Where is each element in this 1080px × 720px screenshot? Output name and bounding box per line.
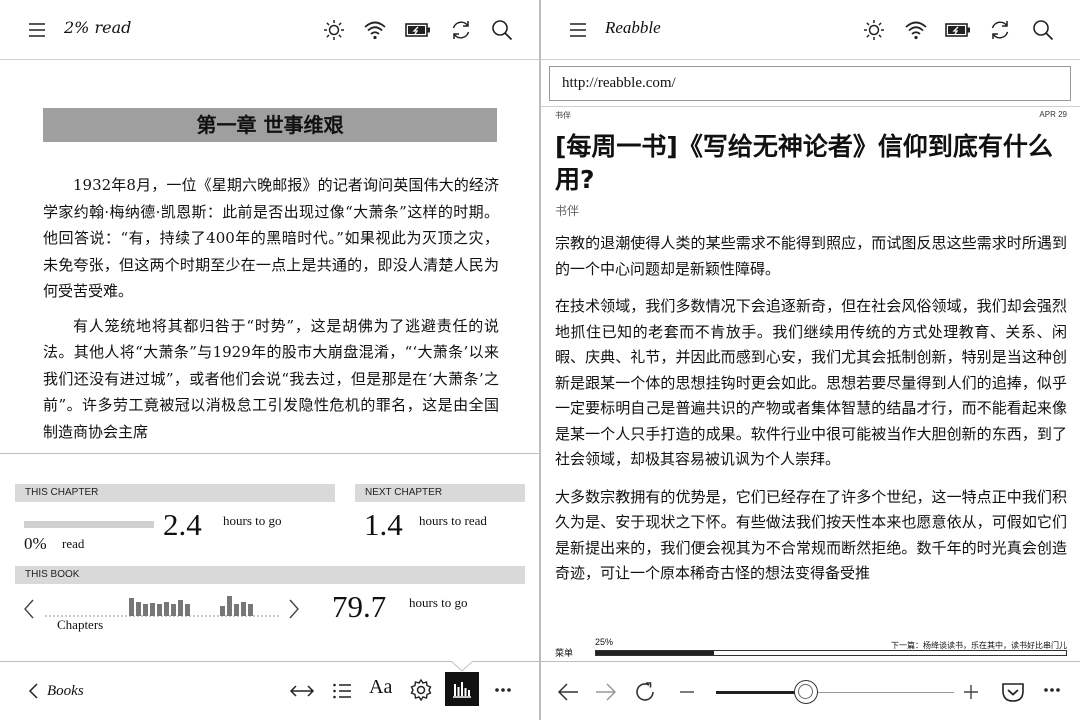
browser-pane: Reabble http://reabble.com/ 书伴 APR 29 [每…	[541, 0, 1080, 720]
chapter-bar[interactable]	[157, 604, 162, 616]
active-tab-pointer	[451, 661, 473, 672]
search-icon[interactable]	[1031, 18, 1055, 42]
bar-chart-icon	[453, 682, 471, 698]
next-chapter-arrow-icon[interactable]	[287, 598, 301, 620]
zoom-in-icon[interactable]	[961, 682, 981, 702]
chapter-bar[interactable]	[143, 604, 148, 616]
article-paragraph: 大多数宗教拥有的优势是，它们已经存在了许多个世纪，这一特点正中我们积久为是、安于…	[555, 487, 1067, 583]
chapter-heading: 第一章 世事维艰	[43, 108, 497, 142]
article-meta: 书伴 APR 29	[555, 110, 1067, 122]
chapter-hours-value: 2.4	[163, 507, 202, 542]
url-input[interactable]: http://reabble.com/	[549, 66, 1071, 101]
browser-title: Reabble	[605, 18, 661, 37]
chapter-bar[interactable]	[164, 602, 169, 616]
book-hours-label: hours to go	[409, 595, 468, 610]
menu-icon[interactable]	[568, 21, 588, 39]
chapter-bar[interactable]	[220, 606, 225, 616]
table-of-contents-icon[interactable]	[332, 680, 352, 702]
chapter-read-label: read	[62, 536, 85, 551]
reading-progress-title: 2% read	[64, 18, 132, 37]
zoom-out-icon[interactable]	[677, 682, 697, 702]
battery-charging-icon	[405, 18, 430, 42]
chapter-bar[interactable]	[178, 600, 183, 616]
article-source[interactable]: 书伴	[555, 202, 1067, 219]
browser-toolbar	[541, 661, 1080, 720]
chapter-bar[interactable]	[248, 604, 253, 616]
browser-header: Reabble	[541, 0, 1080, 60]
search-icon[interactable]	[490, 18, 514, 42]
reading-stats-panel: THIS CHAPTER NEXT CHAPTER 0% read 2.4 ho…	[0, 453, 539, 661]
battery-charging-icon	[945, 18, 970, 42]
wifi-icon[interactable]	[363, 18, 387, 42]
this-book-label: THIS BOOK	[15, 566, 525, 584]
book-text[interactable]: 1932年8月，一位《星期六晚邮报》的记者询问英国伟大的经济学家约翰·梅纳德·凯…	[43, 172, 499, 452]
article-view[interactable]: 书伴 APR 29 [每周一书]《写给无神论者》信仰到底有什么用? 书伴 宗教的…	[555, 110, 1067, 640]
next-chapter-label: NEXT CHAPTER	[355, 484, 525, 502]
this-chapter-label: THIS CHAPTER	[15, 484, 335, 502]
more-options-icon[interactable]	[494, 680, 512, 700]
article-date: APR 29	[1039, 110, 1067, 119]
brightness-icon[interactable]	[322, 18, 346, 42]
brightness-icon[interactable]	[862, 18, 886, 42]
chapter-read-percent: 0%	[24, 534, 47, 553]
article-title: [每周一书]《写给无神论者》信仰到底有什么用?	[555, 132, 1053, 194]
menu-icon[interactable]	[27, 21, 47, 39]
sync-icon[interactable]	[988, 18, 1012, 42]
next-chapter-hours-value: 1.4	[364, 507, 403, 542]
chapter-progress-bar	[24, 521, 154, 528]
back-to-books-button[interactable]: Books	[27, 682, 84, 700]
chapter-bar[interactable]	[185, 604, 190, 616]
chapter-bar[interactable]	[150, 603, 155, 616]
back-label: Books	[47, 682, 84, 699]
wifi-icon[interactable]	[904, 18, 928, 42]
back-arrow-icon[interactable]	[556, 681, 580, 703]
reader-toolbar: Books Aa	[0, 661, 539, 720]
page-width-icon[interactable]	[289, 679, 315, 703]
book-paragraph: 有人笼统地将其都归咎于“时势”，这是胡佛为了逃避责任的说法。其他人将“大萧条”与…	[43, 316, 499, 441]
toolbar-separator	[541, 106, 1080, 107]
article-paragraph: 在技术领域，我们多数情况下会追逐新奇，但在社会风俗领域，我们却会强烈地抓住已知的…	[555, 297, 1067, 468]
ebook-reader-pane: 2% read 第一章 世事维艰 1932年8月，一位《星期六晚邮报》的记者询问…	[0, 0, 539, 720]
forward-arrow-icon[interactable]	[594, 681, 618, 703]
article-progress-percent: 25%	[595, 637, 614, 647]
book-paragraph: 1932年8月，一位《星期六晚邮报》的记者询问英国伟大的经济学家约翰·梅纳德·凯…	[43, 176, 499, 300]
more-options-icon[interactable]	[1043, 680, 1061, 700]
article-tag: 书伴	[555, 111, 571, 120]
pocket-save-icon[interactable]	[1000, 679, 1026, 705]
sync-icon[interactable]	[449, 18, 473, 42]
zoom-slider-fill	[716, 691, 807, 694]
chapter-bar[interactable]	[241, 602, 246, 616]
article-footer: 菜单 25% 下一篇：杨绛谈读书，乐在其中，读书好比串门儿	[555, 637, 1067, 659]
chapter-bar[interactable]	[136, 602, 141, 616]
article-menu-link[interactable]: 菜单	[555, 646, 573, 659]
chapters-chart	[45, 596, 280, 617]
chevron-left-icon	[28, 683, 38, 699]
chapter-bar[interactable]	[227, 596, 232, 616]
next-chapter-hours-label: hours to read	[419, 513, 487, 528]
chapters-label: Chapters	[57, 617, 104, 632]
font-settings-button[interactable]: Aa	[369, 676, 392, 699]
chapter-bar[interactable]	[129, 598, 134, 616]
zoom-slider-track[interactable]	[716, 680, 954, 704]
reading-stats-button[interactable]	[445, 672, 479, 706]
article-body: 宗教的退潮使得人类的某些需求不能得到照应，而试图反思这些需求时所遇到的一个中心问…	[555, 231, 1067, 587]
article-progress-fill	[596, 651, 714, 655]
chapter-bar[interactable]	[234, 604, 239, 616]
article-progress-bar	[595, 650, 1067, 656]
previous-chapter-arrow-icon[interactable]	[22, 598, 36, 620]
zoom-slider-knob[interactable]	[794, 680, 819, 704]
reader-header: 2% read	[0, 0, 539, 60]
settings-gear-icon[interactable]	[409, 678, 433, 702]
chapter-bar[interactable]	[171, 604, 176, 616]
article-paragraph: 宗教的退潮使得人类的某些需求不能得到照应，而试图反思这些需求时所遇到的一个中心问…	[555, 234, 1067, 278]
chapter-hours-label: hours to go	[223, 513, 282, 528]
reload-icon[interactable]	[633, 680, 657, 704]
book-hours-value: 79.7	[332, 589, 387, 624]
